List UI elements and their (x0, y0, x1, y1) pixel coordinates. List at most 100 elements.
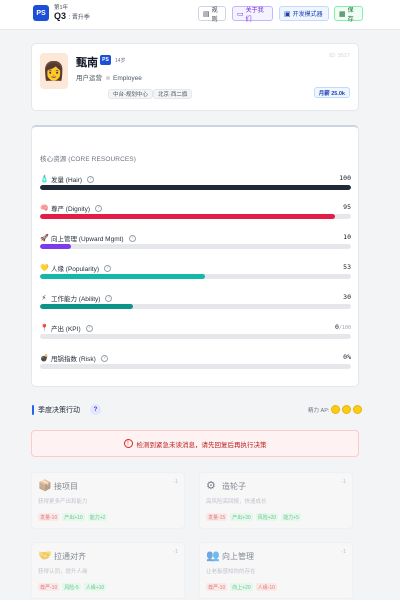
profile-card: 👩 甄南 PS 14岁 用户运营 Employee 中台-规划中心 北京·西二旗 … (31, 43, 359, 111)
ap-coin-icon (331, 405, 341, 414)
resource-bar-track (40, 185, 351, 190)
woman-face-icon: 👩 (40, 53, 68, 89)
resource-name: 人缘 (Popularity) (51, 266, 100, 273)
save-button-label: 保存 (347, 7, 354, 23)
action-effects: 发量-15 产出+30 风险+20 能力+5 (206, 513, 301, 521)
action-description: 获得认同，提升人缘 (38, 569, 88, 575)
action-card[interactable]: ⚙ 造轮子 -1 高风险高回报，快速成长 发量-15 产出+30 风险+20 能力+5 (199, 472, 353, 529)
action-effects: 发量-10 产出+10 能力+2 (38, 513, 108, 521)
dev-mode-button-label: 开发模式器 (292, 12, 323, 18)
resource-name: 甩锅指数 (Risk) (51, 356, 96, 363)
effect-chip: 人缘-10 (255, 583, 277, 591)
help-icon[interactable]: ? (128, 234, 136, 242)
stage-label: : 晋升季 (68, 15, 90, 21)
role-dot-icon (106, 76, 110, 80)
effect-chip: 能力+5 (281, 513, 301, 521)
resource-value: 30 (343, 293, 351, 301)
ap-coin-icon (342, 405, 352, 414)
box-icon: 📦 (38, 480, 52, 492)
profile-name: 甄南 (76, 57, 98, 69)
ap-coin-icon (353, 405, 363, 414)
dev-mode-button[interactable]: ▣ 开发模式器 (279, 6, 329, 21)
action-cost: -1 (173, 549, 178, 555)
brain-icon: 🧠 (40, 205, 49, 212)
profile-role-cn: 用户运营 (76, 75, 102, 82)
resources-title: 核心资源 (CORE RESOURCES) (40, 156, 136, 163)
resource-name: 向上管理 (Upward Mgmt) (51, 236, 124, 243)
pin-icon: 📍 (40, 325, 49, 332)
action-description: 获得更多产出和能力 (38, 499, 88, 505)
resource-row: ⚡ 工作能力 (Ability)? 30 (40, 293, 351, 315)
resource-row: 📍 产出 (KPI)? 0/100 (40, 323, 351, 345)
top-header: PS 第1年 Q3 : 晋升季 ▤ 规则 ▭ 关于我们 ▣ 开发模式器 ▦ 保存 (0, 0, 400, 30)
help-icon[interactable]: ? (105, 294, 113, 302)
help-icon[interactable]: ? (104, 264, 112, 272)
resource-row: 💣 甩锅指数 (Risk)? 0% (40, 353, 351, 375)
help-icon[interactable]: ? (90, 404, 101, 415)
save-icon: ▦ (339, 10, 346, 18)
rules-button[interactable]: ▤ 规则 (198, 6, 226, 23)
resource-label: 💣 甩锅指数 (Risk)? (40, 353, 108, 363)
profile-role: 用户运营 Employee (76, 72, 142, 82)
profile-tag-location: 北京·西二旗 (153, 89, 193, 99)
resource-value: 100 (339, 174, 351, 182)
save-button[interactable]: ▦ 保存 (334, 6, 363, 23)
resource-value: 10 (343, 233, 351, 241)
urgent-message-alert[interactable]: ! 检测到紧急未读消息，请先回复后再执行决策 (31, 430, 359, 457)
profile-role-en: Employee (113, 75, 142, 82)
profile-level: 14岁 (115, 58, 126, 64)
ap-indicator: 精力 AP: (308, 405, 363, 414)
effect-chip: 风险+20 (255, 513, 279, 521)
effect-chip: 产出+30 (230, 513, 253, 521)
app-logo: PS (33, 5, 49, 21)
resource-name: 尊严 (Dignity) (51, 206, 91, 213)
resource-value: 53 (343, 263, 351, 271)
resource-label: 🧴 发量 (Hair)? (40, 174, 95, 184)
help-icon[interactable]: ? (95, 204, 103, 212)
actions-title: 季度决策行动 (38, 406, 80, 414)
action-name: 接项目 (54, 482, 78, 491)
rules-button-label: 规则 (211, 7, 218, 23)
effect-chip: 发量-10 (38, 513, 60, 521)
effect-chip: 发量-15 (206, 513, 228, 521)
action-card[interactable]: 🤝 拉通对齐 -1 获得认同，提升人缘 尊严-10 风险-5 人缘+10 (31, 542, 185, 599)
resource-name: 工作能力 (Ability) (51, 296, 101, 303)
effect-chip: 人缘+10 (83, 583, 107, 591)
ap-label: 精力 AP: (308, 407, 330, 414)
action-description: 让老板感知你的存在 (206, 569, 256, 575)
heart-icon: 💛 (40, 265, 49, 272)
help-icon[interactable]: ? (85, 324, 93, 332)
help-icon[interactable]: ? (100, 354, 108, 362)
chat-icon: ▭ (237, 10, 244, 18)
resource-row: 🚀 向上管理 (Upward Mgmt)? 10 (40, 233, 351, 255)
effect-chip: 尊严-10 (206, 583, 228, 591)
effect-chip: 尊严-10 (38, 583, 60, 591)
resource-value: 0% (343, 353, 351, 361)
effect-chip: 风险-5 (62, 583, 81, 591)
lightning-icon: ⚡ (41, 295, 47, 302)
resource-bar-track (40, 214, 351, 219)
resource-bar-track (40, 304, 351, 309)
action-effects: 尊严-10 风险-5 人缘+10 (38, 583, 107, 591)
warning-icon: ! (123, 439, 133, 448)
action-cost: -1 (173, 479, 178, 485)
resource-bar-fill (40, 214, 336, 219)
people-icon: 👥 (206, 550, 220, 562)
resource-label: 💛 人缘 (Popularity)? (40, 263, 112, 273)
resource-bar-fill (40, 304, 134, 309)
rocket-icon: 🚀 (40, 235, 49, 242)
gear-icon: ⚙ (206, 480, 216, 492)
resource-bar-fill (40, 244, 72, 249)
about-button[interactable]: ▭ 关于我们 (232, 6, 273, 23)
actions-header: 季度决策行动 ? (32, 404, 101, 415)
action-card[interactable]: 📦 接项目 -1 获得更多产出和能力发量-10 产出+10 能力+2 (31, 472, 185, 529)
resource-bar-track (40, 364, 351, 369)
action-cost: -1 (341, 549, 346, 555)
resource-row: 🧴 发量 (Hair)? 100 (40, 174, 351, 196)
action-name: 向上管理 (222, 552, 254, 561)
stage-value: 晋升季 (71, 15, 90, 21)
resource-row: 💛 人缘 (Popularity)? 53 (40, 263, 351, 285)
profile-badge: PS (100, 55, 111, 65)
action-card[interactable]: 👥 向上管理 -1 让老板感知你的存在 尊严-10 向上+20 人缘-10 (199, 542, 353, 599)
help-icon[interactable]: ? (87, 175, 95, 183)
